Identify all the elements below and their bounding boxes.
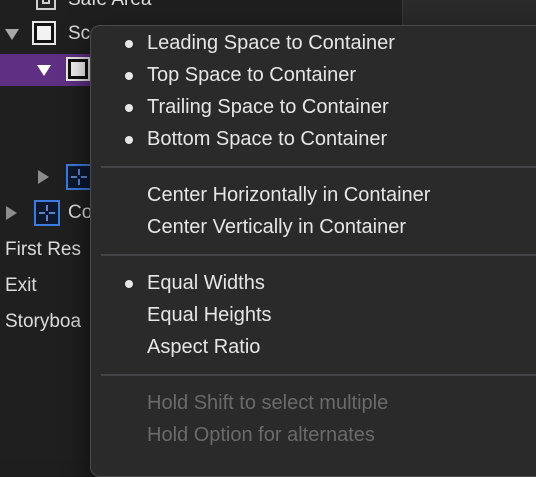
outline-row-label: Exit bbox=[5, 275, 37, 296]
safe-area-icon bbox=[36, 0, 56, 10]
menu-item-trailing-space[interactable]: Trailing Space to Container bbox=[91, 91, 536, 123]
outline-row-label: Co bbox=[68, 202, 93, 223]
menu-item-leading-space[interactable]: Leading Space to Container bbox=[91, 27, 536, 59]
outline-row-label: First Res bbox=[5, 239, 81, 260]
menu-item-label: Equal Heights bbox=[147, 304, 272, 326]
selected-dot-icon bbox=[125, 104, 133, 112]
menu-separator bbox=[101, 254, 536, 256]
view-icon bbox=[66, 57, 90, 81]
menu-item-equal-widths[interactable]: Equal Widths bbox=[91, 267, 536, 299]
selected-dot-icon bbox=[125, 40, 133, 48]
menu-item-label: Equal Widths bbox=[147, 272, 265, 294]
menu-item-aspect-ratio[interactable]: Aspect Ratio bbox=[91, 331, 536, 363]
outline-row-label: Storyboa bbox=[5, 311, 82, 332]
outline-row-safe-area[interactable]: Safe Area bbox=[0, 0, 402, 16]
menu-item-label: Top Space to Container bbox=[147, 64, 357, 86]
menu-item-label: Aspect Ratio bbox=[147, 336, 261, 358]
disclosure-expanded-icon[interactable] bbox=[37, 65, 51, 76]
selected-dot-icon bbox=[125, 136, 133, 144]
menu-item-bottom-space[interactable]: Bottom Space to Container bbox=[91, 123, 536, 155]
menu-item-center-horizontally[interactable]: Center Horizontally in Container bbox=[91, 179, 536, 211]
menu-hint-label: Hold Shift to select multiple bbox=[147, 392, 389, 414]
menu-hint-option: Hold Option for alternates bbox=[91, 419, 536, 451]
outline-row-label: Safe Area bbox=[68, 0, 151, 16]
disclosure-collapsed-icon[interactable] bbox=[6, 206, 17, 220]
constraint-icon bbox=[66, 164, 92, 190]
menu-separator bbox=[101, 374, 536, 376]
selected-dot-icon bbox=[125, 280, 133, 288]
menu-hint-label: Hold Option for alternates bbox=[147, 424, 375, 446]
disclosure-expanded-icon[interactable] bbox=[5, 29, 19, 40]
add-constraint-menu: Leading Space to Container Top Space to … bbox=[90, 25, 536, 477]
menu-item-top-space[interactable]: Top Space to Container bbox=[91, 59, 536, 91]
menu-item-center-vertically[interactable]: Center Vertically in Container bbox=[91, 211, 536, 243]
selected-dot-icon bbox=[125, 72, 133, 80]
menu-separator bbox=[101, 166, 536, 168]
menu-item-label: Center Horizontally in Container bbox=[147, 184, 431, 206]
menu-item-label: Center Vertically in Container bbox=[147, 216, 407, 238]
menu-hint-shift: Hold Shift to select multiple bbox=[91, 387, 536, 419]
menu-item-label: Bottom Space to Container bbox=[147, 128, 388, 150]
menu-item-label: Leading Space to Container bbox=[147, 32, 395, 54]
menu-item-label: Trailing Space to Container bbox=[147, 96, 389, 118]
view-icon bbox=[32, 21, 56, 45]
outline-row-label: Sc bbox=[68, 23, 91, 44]
disclosure-collapsed-icon[interactable] bbox=[38, 170, 49, 184]
menu-item-equal-heights[interactable]: Equal Heights bbox=[91, 299, 536, 331]
constraint-icon bbox=[34, 200, 60, 226]
